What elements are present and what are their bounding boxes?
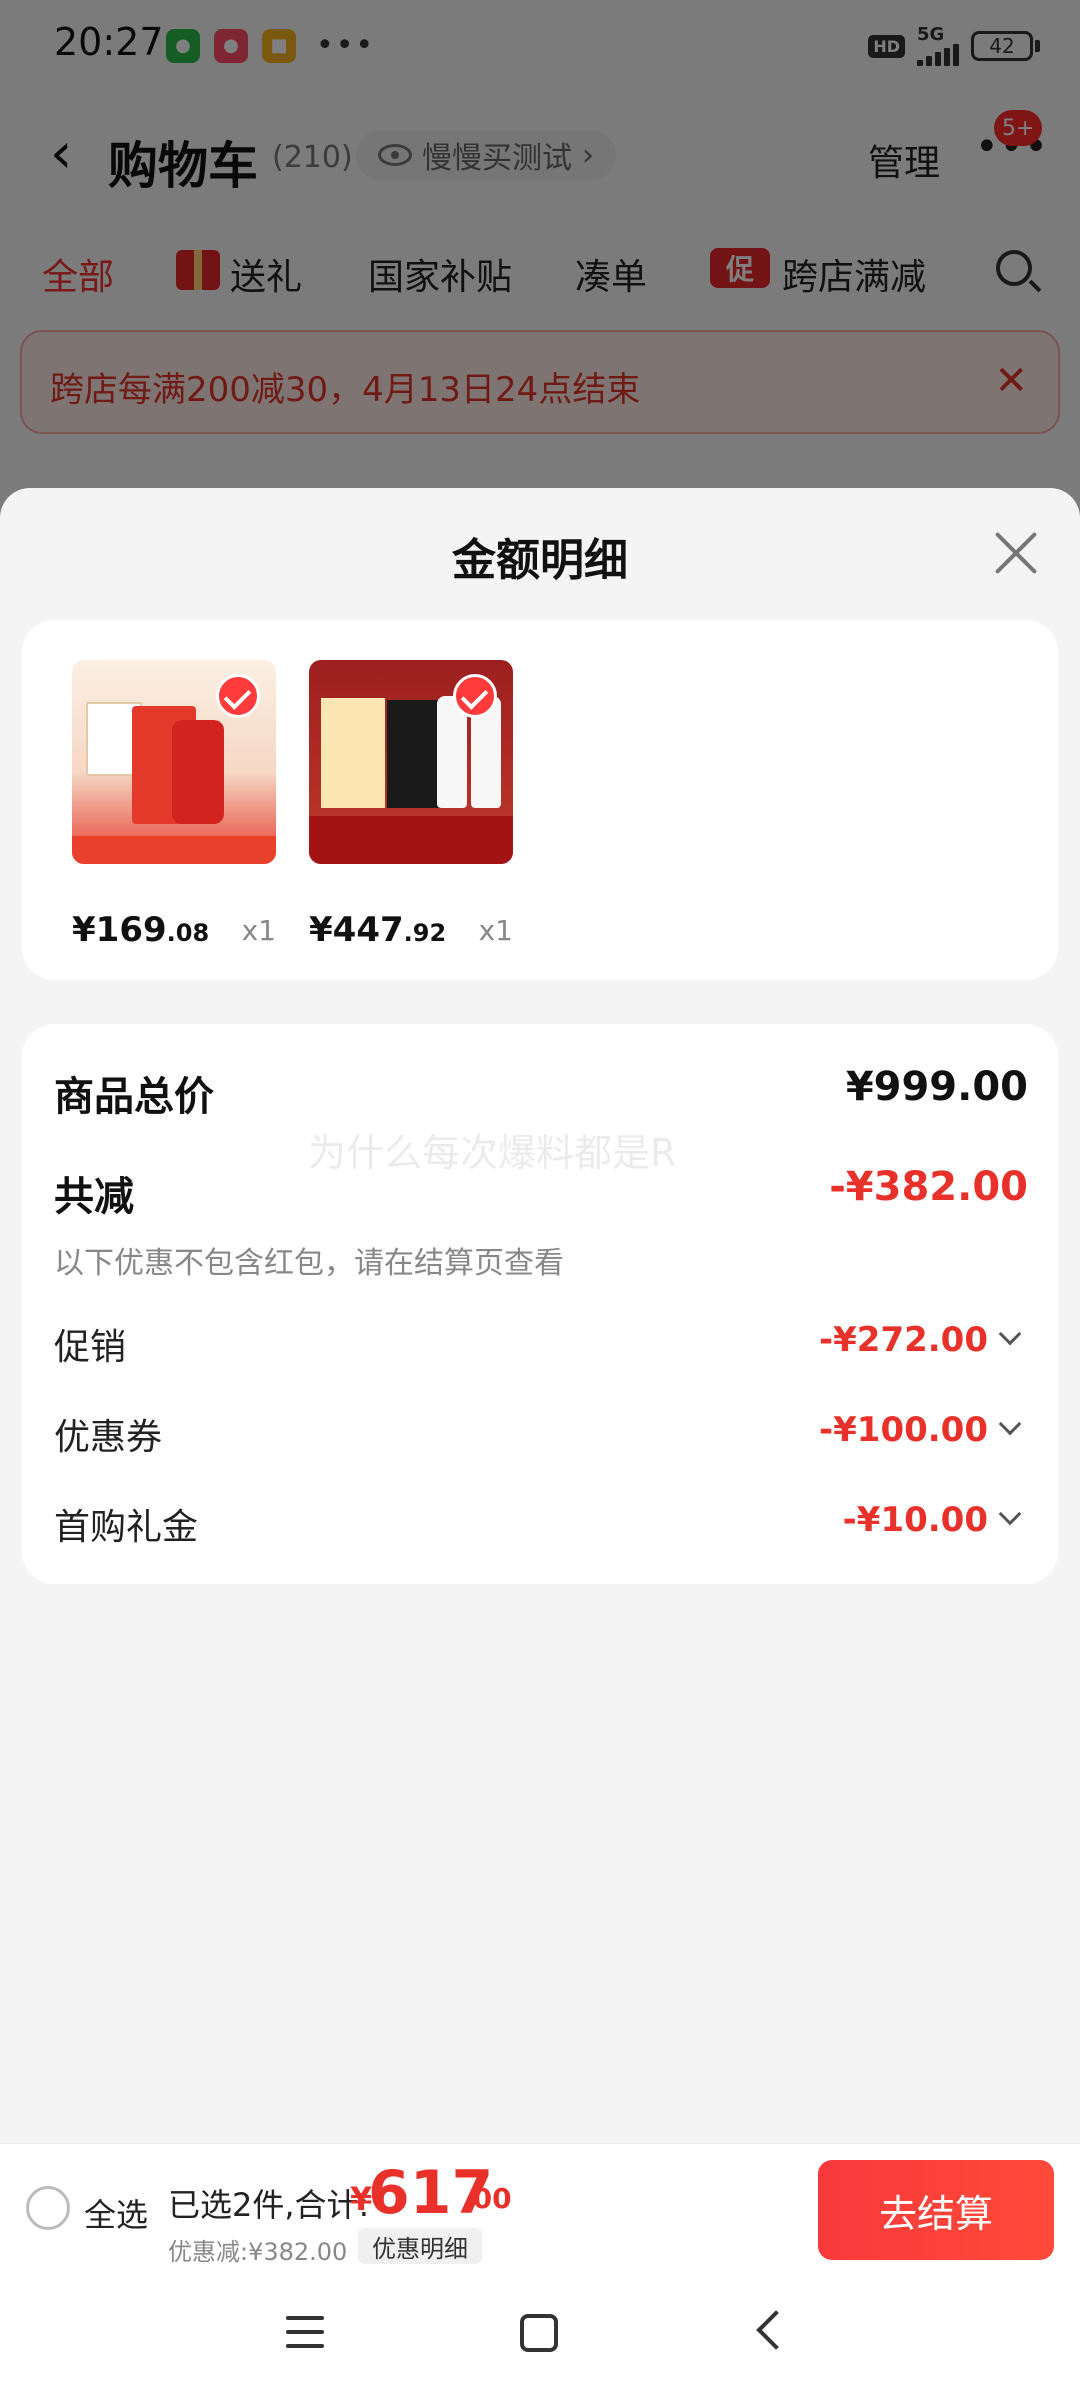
discount-detail-button[interactable]: 优惠明细 — [358, 2228, 482, 2264]
watermark: 为什么每次爆料都是R — [308, 1131, 677, 1175]
recent-apps-icon[interactable] — [286, 2316, 324, 2348]
selected-summary: 已选2件,合计: — [168, 2186, 370, 2224]
select-all-checkbox[interactable] — [26, 2186, 70, 2230]
product-price: ¥169.08 — [72, 910, 210, 950]
total-discount-label: 共减 — [54, 1174, 134, 1220]
coupon-value[interactable]: -¥100.00 — [819, 1410, 988, 1450]
total-price-value: ¥999.00 — [845, 1064, 1028, 1110]
sheet-title: 金额明细 — [452, 535, 628, 586]
checkout-button[interactable]: 去结算 — [818, 2160, 1054, 2260]
coupon-label: 优惠券 — [54, 1417, 163, 1458]
amount-detail-sheet: 金额明细 ¥169.08 x1 ¥447.92 x1 为什么每次爆料都是R 商品… — [0, 488, 1080, 2143]
select-all-label[interactable]: 全选 — [84, 2190, 148, 2236]
back-nav-icon[interactable] — [756, 2310, 796, 2350]
first-purchase-label: 首购礼金 — [54, 1507, 199, 1548]
chevron-down-icon[interactable] — [998, 1412, 1022, 1436]
system-navigation-bar — [0, 2272, 1080, 2400]
selected-products: ¥169.08 x1 ¥447.92 x1 — [22, 620, 1058, 980]
price-summary: 为什么每次爆料都是R 商品总价 ¥999.00 共减 -¥382.00 以下优惠… — [22, 1024, 1058, 1584]
total-decimal: .00 — [462, 2182, 512, 2215]
discount-note: 以下优惠不包含红包，请在结算页查看 — [54, 1246, 564, 1281]
total-discount-value: -¥382.00 — [829, 1164, 1028, 1210]
product-quantity: x1 — [478, 914, 513, 947]
first-purchase-value[interactable]: -¥10.00 — [843, 1500, 988, 1540]
checkout-bar: 全选 已选2件,合计: ¥ 617 .00 优惠减:¥382.00 优惠明细 去… — [0, 2143, 1080, 2271]
chevron-down-icon[interactable] — [998, 1502, 1022, 1526]
total-price-label: 商品总价 — [54, 1074, 214, 1120]
screen: 20:27 ● ● ■ ••• HD 5G 42 — [0, 0, 1080, 2400]
promotion-label: 促销 — [54, 1327, 127, 1368]
discount-amount: 优惠减:¥382.00 — [168, 2238, 348, 2266]
product-image — [309, 660, 513, 864]
product-image — [72, 660, 276, 864]
selected-check-icon — [453, 674, 497, 718]
product-item[interactable]: ¥447.92 x1 — [309, 660, 513, 950]
product-price: ¥447.92 — [309, 910, 447, 950]
chevron-down-icon[interactable] — [998, 1322, 1022, 1346]
sheet-close-icon[interactable] — [992, 530, 1038, 576]
promotion-value[interactable]: -¥272.00 — [819, 1320, 988, 1360]
home-icon[interactable] — [520, 2314, 558, 2352]
product-quantity: x1 — [241, 914, 276, 947]
product-item[interactable]: ¥169.08 x1 — [72, 660, 276, 950]
selected-check-icon — [216, 674, 260, 718]
